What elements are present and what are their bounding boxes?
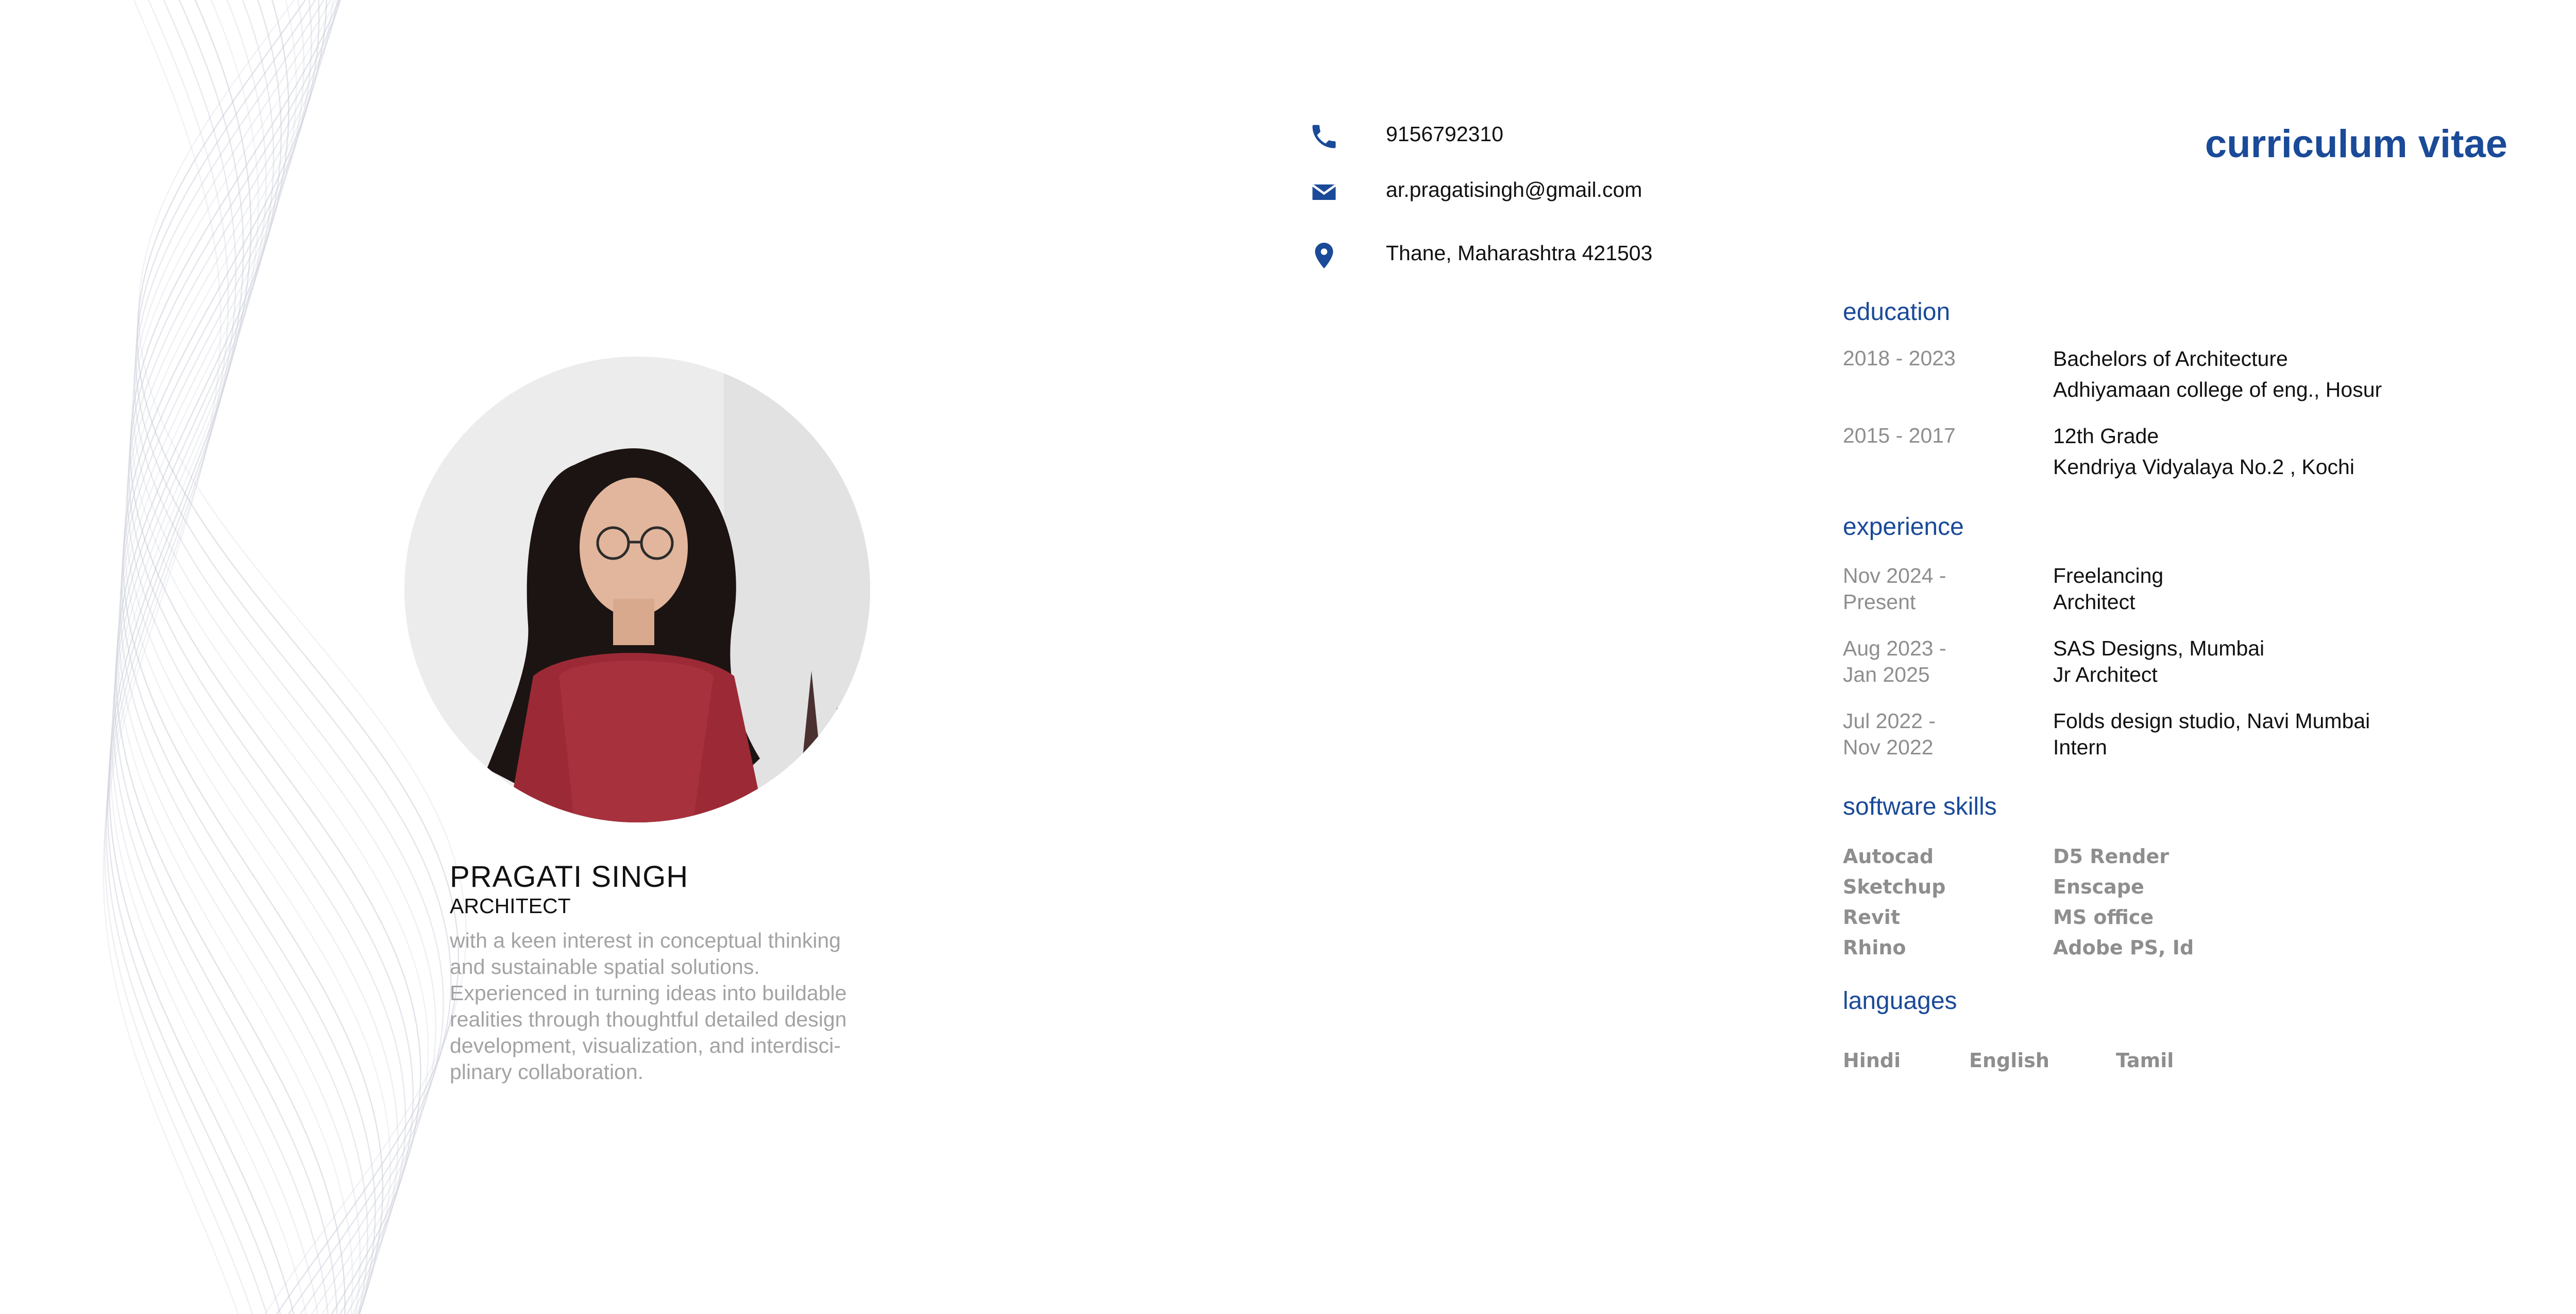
language-item: Tamil xyxy=(2116,1049,2174,1072)
language-item: English xyxy=(1969,1049,2049,1072)
experience-dates: Jul 2022 - Nov 2022 xyxy=(1843,708,1936,761)
skill-item: Revit xyxy=(1843,906,1900,929)
cv-title: curriculum vitae xyxy=(2205,122,2507,166)
location-pin-icon xyxy=(1315,243,1333,268)
experience-org: SAS Designs, Mumbai xyxy=(2053,636,2265,660)
language-item: Hindi xyxy=(1843,1049,1901,1072)
experience-dates: Aug 2023 - Jan 2025 xyxy=(1843,635,1946,688)
experience-role: Architect xyxy=(2053,590,2136,614)
experience-from: Nov 2024 - xyxy=(1843,564,1946,587)
experience-to: Nov 2022 xyxy=(1843,735,1934,759)
skill-item: MS office xyxy=(2053,906,2154,929)
contact-address-text: Thane, Maharashtra 421503 xyxy=(1386,241,1653,265)
education-detail: Bachelors of Architecture Adhiyamaan col… xyxy=(2053,343,2382,405)
wave-line xyxy=(117,0,353,1314)
bio-line: plinary collaboration. xyxy=(450,1060,644,1084)
profile-role: ARCHITECT xyxy=(450,894,571,918)
bio-line: and sustainable spatial solutions. xyxy=(450,955,760,979)
profile-photo xyxy=(404,357,870,822)
profile-bio: with a keen interest in conceptual think… xyxy=(450,928,888,1085)
wave-line xyxy=(121,0,376,1314)
education-title: 12th Grade xyxy=(2053,424,2159,448)
experience-org: Freelancing xyxy=(2053,564,2164,587)
education-detail: 12th Grade Kendriya Vidyalaya No.2 , Koc… xyxy=(2053,420,2354,482)
bio-line: with a keen interest in conceptual think… xyxy=(450,929,841,952)
experience-heading: experience xyxy=(1843,513,1964,541)
contact-phone-text: 9156792310 xyxy=(1386,122,1504,146)
wave-line xyxy=(124,0,392,1314)
experience-detail: SAS Designs, Mumbai Jr Architect xyxy=(2053,635,2264,688)
skill-item: Adobe PS, Id xyxy=(2053,936,2194,959)
experience-role: Jr Architect xyxy=(2053,663,2158,686)
skill-item: Autocad xyxy=(1843,845,1934,868)
education-place: Adhiyamaan college of eng., Hosur xyxy=(2053,378,2382,401)
skill-item: D5 Render xyxy=(2053,845,2170,868)
education-years: 2018 - 2023 xyxy=(1843,346,1956,370)
wave-line xyxy=(122,0,384,1314)
skill-item: Rhino xyxy=(1843,936,1906,959)
wave-line xyxy=(127,0,406,1314)
experience-org: Folds design studio, Navi Mumbai xyxy=(2053,709,2370,733)
profile-name: PRAGATI SINGH xyxy=(450,860,689,894)
phone-icon xyxy=(1312,125,1336,148)
experience-from: Aug 2023 - xyxy=(1843,636,1946,660)
experience-to: Jan 2025 xyxy=(1843,663,1930,686)
mail-icon xyxy=(1312,184,1336,200)
experience-role: Intern xyxy=(2053,735,2107,759)
skill-item: Sketchup xyxy=(1843,875,1946,898)
software-skills-heading: software skills xyxy=(1843,793,1997,820)
bio-line: realities through thoughtful detailed de… xyxy=(450,1007,847,1031)
education-heading: education xyxy=(1843,298,1951,326)
bio-line: Experienced in turning ideas into builda… xyxy=(450,981,847,1005)
experience-dates: Nov 2024 - Present xyxy=(1843,563,1946,615)
education-place: Kendriya Vidyalaya No.2 , Kochi xyxy=(2053,455,2354,479)
languages-heading: languages xyxy=(1843,987,1957,1015)
experience-detail: Folds design studio, Navi Mumbai Intern xyxy=(2053,708,2370,761)
contact-email-text: ar.pragatisingh@gmail.com xyxy=(1386,178,1642,201)
experience-to: Present xyxy=(1843,590,1916,614)
bio-line: development, visualization, and interdis… xyxy=(450,1034,841,1057)
experience-from: Jul 2022 - xyxy=(1843,709,1936,733)
wave-line xyxy=(132,0,437,1314)
skill-item: Enscape xyxy=(2053,875,2144,898)
experience-detail: Freelancing Architect xyxy=(2053,563,2163,615)
education-years: 2015 - 2017 xyxy=(1843,424,1956,447)
education-title: Bachelors of Architecture xyxy=(2053,347,2288,370)
